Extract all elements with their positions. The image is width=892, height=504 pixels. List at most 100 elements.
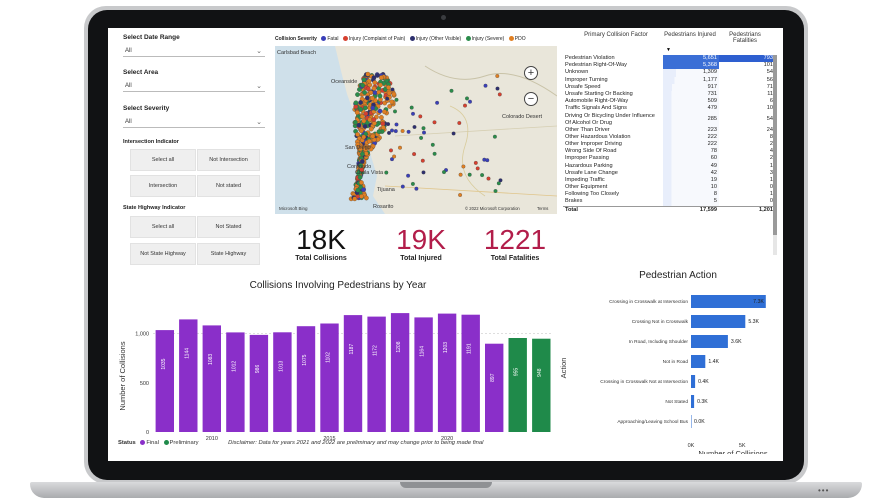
- zoom-in-button[interactable]: +: [524, 66, 538, 80]
- table-row[interactable]: Unknown 1,309 54: [563, 69, 775, 77]
- collision-point[interactable]: [480, 173, 485, 178]
- collision-point[interactable]: [386, 90, 392, 96]
- year-bar[interactable]: [296, 326, 316, 432]
- collision-point[interactable]: [400, 129, 405, 133]
- intersection-tile-intersection[interactable]: Intersection: [130, 175, 196, 197]
- highway-tile-select-all[interactable]: Select all: [130, 216, 196, 238]
- collision-point[interactable]: [483, 83, 488, 88]
- collision-point[interactable]: [362, 105, 368, 111]
- year-bar[interactable]: [179, 319, 198, 432]
- collision-point[interactable]: [387, 130, 391, 135]
- action-bar[interactable]: [691, 395, 695, 408]
- collision-point[interactable]: [461, 164, 466, 169]
- collision-point[interactable]: [355, 132, 360, 137]
- year-bar[interactable]: [273, 332, 292, 432]
- table-row[interactable]: Other Equipment 10 0: [563, 184, 775, 192]
- year-bar[interactable]: [226, 332, 245, 432]
- collision-point[interactable]: [386, 85, 391, 90]
- year-bar[interactable]: [508, 338, 527, 432]
- highway-tile-state-highway[interactable]: State Highway: [197, 243, 260, 265]
- collision-point[interactable]: [372, 80, 378, 85]
- year-bar[interactable]: [343, 315, 363, 432]
- table-row[interactable]: Wrong Side Of Road 78 4: [563, 148, 775, 156]
- collision-point[interactable]: [389, 148, 393, 153]
- collision-point[interactable]: [365, 86, 371, 92]
- highway-tile-not-state-highway[interactable]: Not State Highway: [130, 243, 196, 265]
- collision-point[interactable]: [493, 189, 498, 193]
- year-bar[interactable]: [485, 343, 504, 432]
- action-bar[interactable]: [691, 375, 696, 388]
- action-bar[interactable]: [691, 355, 706, 368]
- collision-point[interactable]: [406, 173, 411, 178]
- collision-point[interactable]: [359, 159, 365, 164]
- collision-point[interactable]: [360, 82, 365, 88]
- collision-point[interactable]: [458, 193, 463, 197]
- collision-point[interactable]: [457, 121, 462, 125]
- collision-point[interactable]: [370, 95, 375, 101]
- year-bar[interactable]: [367, 316, 386, 432]
- collision-point[interactable]: [495, 74, 500, 78]
- column-header-injured[interactable]: Pedestrians Injured: [663, 32, 717, 38]
- collision-point[interactable]: [364, 195, 369, 201]
- action-bar[interactable]: [691, 415, 692, 428]
- year-bar[interactable]: [414, 317, 433, 432]
- table-row[interactable]: Traffic Signals And Signs 479 10: [563, 105, 775, 113]
- collision-point[interactable]: [358, 100, 363, 105]
- collision-point[interactable]: [422, 130, 426, 135]
- collision-point[interactable]: [377, 108, 383, 114]
- collision-point[interactable]: [371, 85, 377, 91]
- collision-point[interactable]: [414, 186, 419, 191]
- collision-point[interactable]: [361, 118, 367, 124]
- table-row[interactable]: Unsafe Starting Or Backing 731 11: [563, 90, 775, 99]
- collision-point[interactable]: [365, 71, 371, 77]
- collision-point[interactable]: [400, 184, 405, 189]
- collision-point[interactable]: [354, 110, 360, 115]
- collision-point[interactable]: [364, 95, 370, 101]
- collision-point[interactable]: [359, 114, 365, 119]
- collision-point[interactable]: [406, 129, 411, 134]
- collision-point[interactable]: [430, 142, 435, 147]
- collision-point[interactable]: [497, 92, 502, 97]
- collision-point[interactable]: [360, 151, 365, 157]
- collision-point[interactable]: [492, 134, 497, 139]
- collision-point[interactable]: [495, 86, 500, 91]
- collision-point[interactable]: [467, 172, 472, 177]
- collision-point[interactable]: [391, 91, 397, 97]
- year-bar[interactable]: [532, 338, 551, 432]
- action-bar[interactable]: [691, 315, 746, 328]
- collision-point[interactable]: [485, 158, 490, 163]
- year-bar[interactable]: [320, 323, 339, 433]
- collision-point[interactable]: [419, 135, 424, 140]
- collision-point[interactable]: [352, 196, 358, 202]
- collision-point[interactable]: [382, 109, 387, 115]
- collision-point[interactable]: [451, 131, 456, 136]
- zoom-out-button[interactable]: −: [524, 92, 538, 106]
- collision-point[interactable]: [420, 158, 425, 163]
- collision-point[interactable]: [410, 181, 415, 186]
- severity-dropdown[interactable]: All ⌄: [123, 117, 265, 128]
- table-row[interactable]: Pedestrian Right-Of-Way 5,368 101: [563, 62, 775, 70]
- year-bar[interactable]: [155, 330, 174, 432]
- year-bar[interactable]: [249, 334, 269, 432]
- collision-point[interactable]: [458, 172, 463, 177]
- collision-point[interactable]: [353, 100, 359, 106]
- collision-point[interactable]: [368, 126, 374, 132]
- collision-point[interactable]: [362, 90, 367, 95]
- collision-point[interactable]: [435, 100, 440, 105]
- collision-point[interactable]: [370, 133, 376, 139]
- collision-point[interactable]: [361, 134, 367, 140]
- area-dropdown[interactable]: All ⌄: [123, 81, 265, 92]
- table-row[interactable]: Brakes 5 0: [563, 198, 775, 207]
- table-row[interactable]: Unsafe Lane Change 42 3: [563, 169, 775, 177]
- table-row[interactable]: Automobile Right-Of-Way 509 6: [563, 98, 775, 106]
- collision-point[interactable]: [367, 117, 373, 123]
- collision-point[interactable]: [432, 120, 437, 125]
- highway-tile-not-stated[interactable]: Not Stated: [197, 216, 260, 238]
- table-row[interactable]: Improper Turning 1,177 56: [563, 76, 775, 84]
- collision-point[interactable]: [392, 154, 397, 159]
- collision-point[interactable]: [378, 82, 383, 88]
- collision-point[interactable]: [394, 122, 399, 127]
- table-row[interactable]: Other Improper Driving 222 2: [563, 140, 775, 149]
- collision-point[interactable]: [370, 105, 376, 111]
- collision-point[interactable]: [376, 129, 382, 135]
